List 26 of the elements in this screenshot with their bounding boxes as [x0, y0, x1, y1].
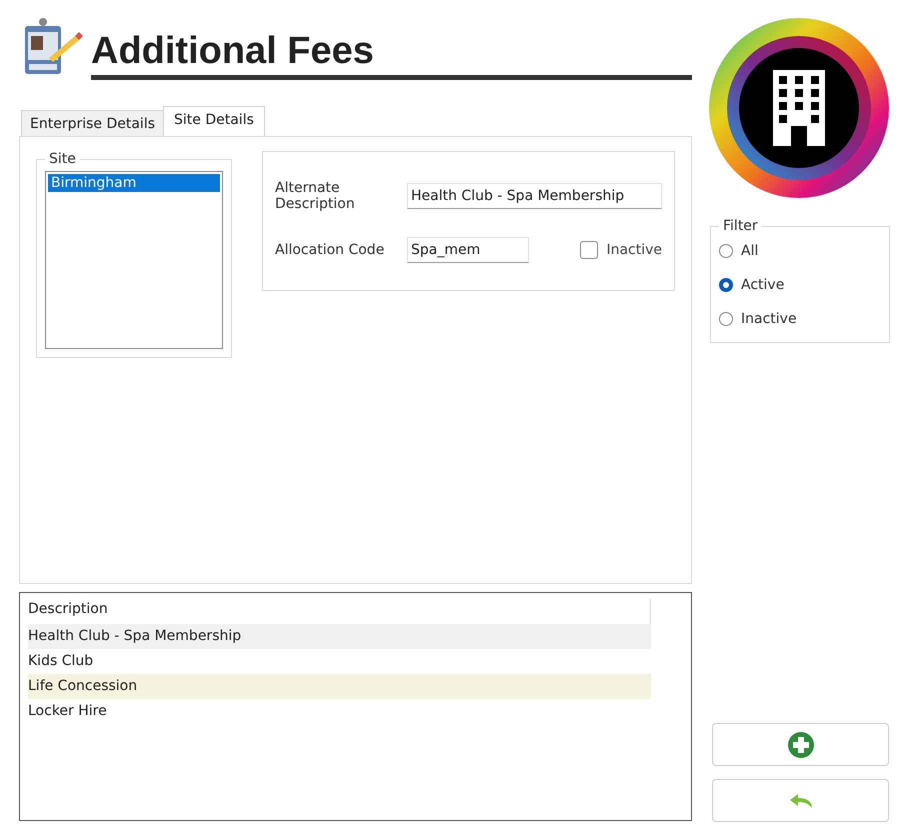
radio-label: Active — [741, 277, 784, 293]
tab[interactable]: Enterprise Details — [21, 110, 164, 136]
group-legend: Site — [45, 151, 80, 167]
list-row[interactable]: Life Concession — [28, 674, 651, 699]
radio-button[interactable] — [719, 244, 733, 258]
input-field[interactable]: Spa_mem — [407, 236, 529, 262]
add-button[interactable] — [712, 723, 889, 766]
list-row[interactable]: Locker Hire — [28, 699, 651, 724]
field-label: Alternate Description — [275, 180, 356, 212]
radio-button[interactable] — [719, 278, 733, 292]
building-logo-icon — [709, 18, 889, 198]
field-label: Allocation Code — [275, 242, 386, 258]
checkbox-label: Inactive — [606, 242, 662, 258]
radio-label: Inactive — [741, 311, 797, 327]
group-legend: Filter — [719, 218, 762, 234]
tab[interactable]: Site Details — [163, 106, 265, 136]
undo-arrow-icon — [788, 792, 814, 810]
list-row[interactable]: Health Club - Spa Membership — [28, 624, 651, 649]
site-item[interactable]: Birmingham — [48, 174, 220, 192]
checkbox[interactable] — [580, 240, 598, 258]
list-row[interactable]: Kids Club — [28, 649, 651, 674]
input-field[interactable]: Health Club - Spa Membership — [407, 182, 662, 208]
page-title: Additional Fees — [91, 30, 692, 80]
plus-icon — [786, 730, 814, 758]
radio-label: All — [741, 243, 758, 259]
radio-button[interactable] — [719, 312, 733, 326]
